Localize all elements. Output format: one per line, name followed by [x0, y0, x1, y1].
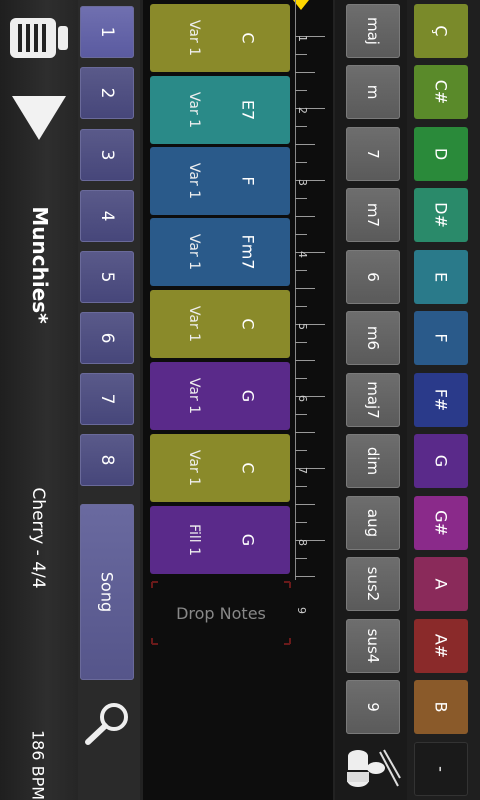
- pattern-button-2[interactable]: 2: [80, 67, 134, 119]
- chord-block-7[interactable]: C Var 1: [150, 434, 290, 502]
- drop-notes-zone[interactable]: Drop Notes: [150, 580, 292, 646]
- song-title: Munchies*: [28, 206, 52, 324]
- quality-button-sus4[interactable]: sus4: [346, 619, 400, 673]
- song-style: Cherry - 4/4: [28, 487, 48, 589]
- quality-button-m6[interactable]: m6: [346, 311, 400, 365]
- ruler-number-9: 9: [295, 607, 308, 614]
- note-button-c-sharp[interactable]: C#: [414, 65, 468, 119]
- quality-button-sus2[interactable]: sus2: [346, 557, 400, 611]
- note-button-a[interactable]: A: [414, 557, 468, 611]
- pattern-button-6[interactable]: 6: [80, 312, 134, 364]
- drums-icon[interactable]: [344, 742, 402, 794]
- pattern-button-7[interactable]: 7: [80, 373, 134, 425]
- quality-button-dim[interactable]: dim: [346, 434, 400, 488]
- note-button-f-sharp[interactable]: F#: [414, 373, 468, 427]
- chord-block-1[interactable]: C Var 1: [150, 4, 290, 72]
- note-button-g-sharp[interactable]: G#: [414, 496, 468, 550]
- left-panel: Munchies* Cherry - 4/4 186 BPM: [0, 0, 78, 800]
- timeline-ruler: 1 2 3 4 5 6 7 8: [293, 0, 333, 580]
- search-icon[interactable]: [82, 700, 132, 746]
- note-button-g[interactable]: G: [414, 434, 468, 488]
- note-button-d-sharp[interactable]: D#: [414, 188, 468, 242]
- quality-button-m[interactable]: m: [346, 65, 400, 119]
- note-button-c[interactable]: Ç: [414, 4, 468, 58]
- chord-block-8[interactable]: G Fill 1: [150, 506, 290, 574]
- quality-button-m7[interactable]: m7: [346, 188, 400, 242]
- quality-button-9[interactable]: 9: [346, 680, 400, 734]
- drop-notes-label: Drop Notes: [176, 604, 266, 623]
- quality-button-7[interactable]: 7: [346, 127, 400, 181]
- note-button-d[interactable]: D: [414, 127, 468, 181]
- pattern-button-1[interactable]: 1: [80, 6, 134, 58]
- pattern-button-5[interactable]: 5: [80, 251, 134, 303]
- quality-button-maj7[interactable]: maj7: [346, 373, 400, 427]
- note-button-e[interactable]: E: [414, 250, 468, 304]
- chord-block-6[interactable]: G Var 1: [150, 362, 290, 430]
- menu-icon[interactable]: [8, 14, 70, 62]
- pattern-button-8[interactable]: 8: [80, 434, 134, 486]
- quality-button-6[interactable]: 6: [346, 250, 400, 304]
- note-button-a-sharp[interactable]: A#: [414, 619, 468, 673]
- chord-block-2[interactable]: E7 Var 1: [150, 76, 290, 144]
- chord-block-5[interactable]: C Var 1: [150, 290, 290, 358]
- quality-button-aug[interactable]: aug: [346, 496, 400, 550]
- pattern-button-4[interactable]: 4: [80, 190, 134, 242]
- note-button-f[interactable]: F: [414, 311, 468, 365]
- chord-block-4[interactable]: Fm7 Var 1: [150, 218, 290, 286]
- note-button-b[interactable]: B: [414, 680, 468, 734]
- tempo-label: 186 BPM: [28, 729, 48, 800]
- pattern-button-3[interactable]: 3: [80, 129, 134, 181]
- quality-button-maj[interactable]: maj: [346, 4, 400, 58]
- song-button[interactable]: Song: [80, 504, 134, 680]
- note-button-none[interactable]: -: [414, 742, 468, 796]
- chord-block-3[interactable]: F Var 1: [150, 147, 290, 215]
- play-icon[interactable]: [10, 92, 68, 144]
